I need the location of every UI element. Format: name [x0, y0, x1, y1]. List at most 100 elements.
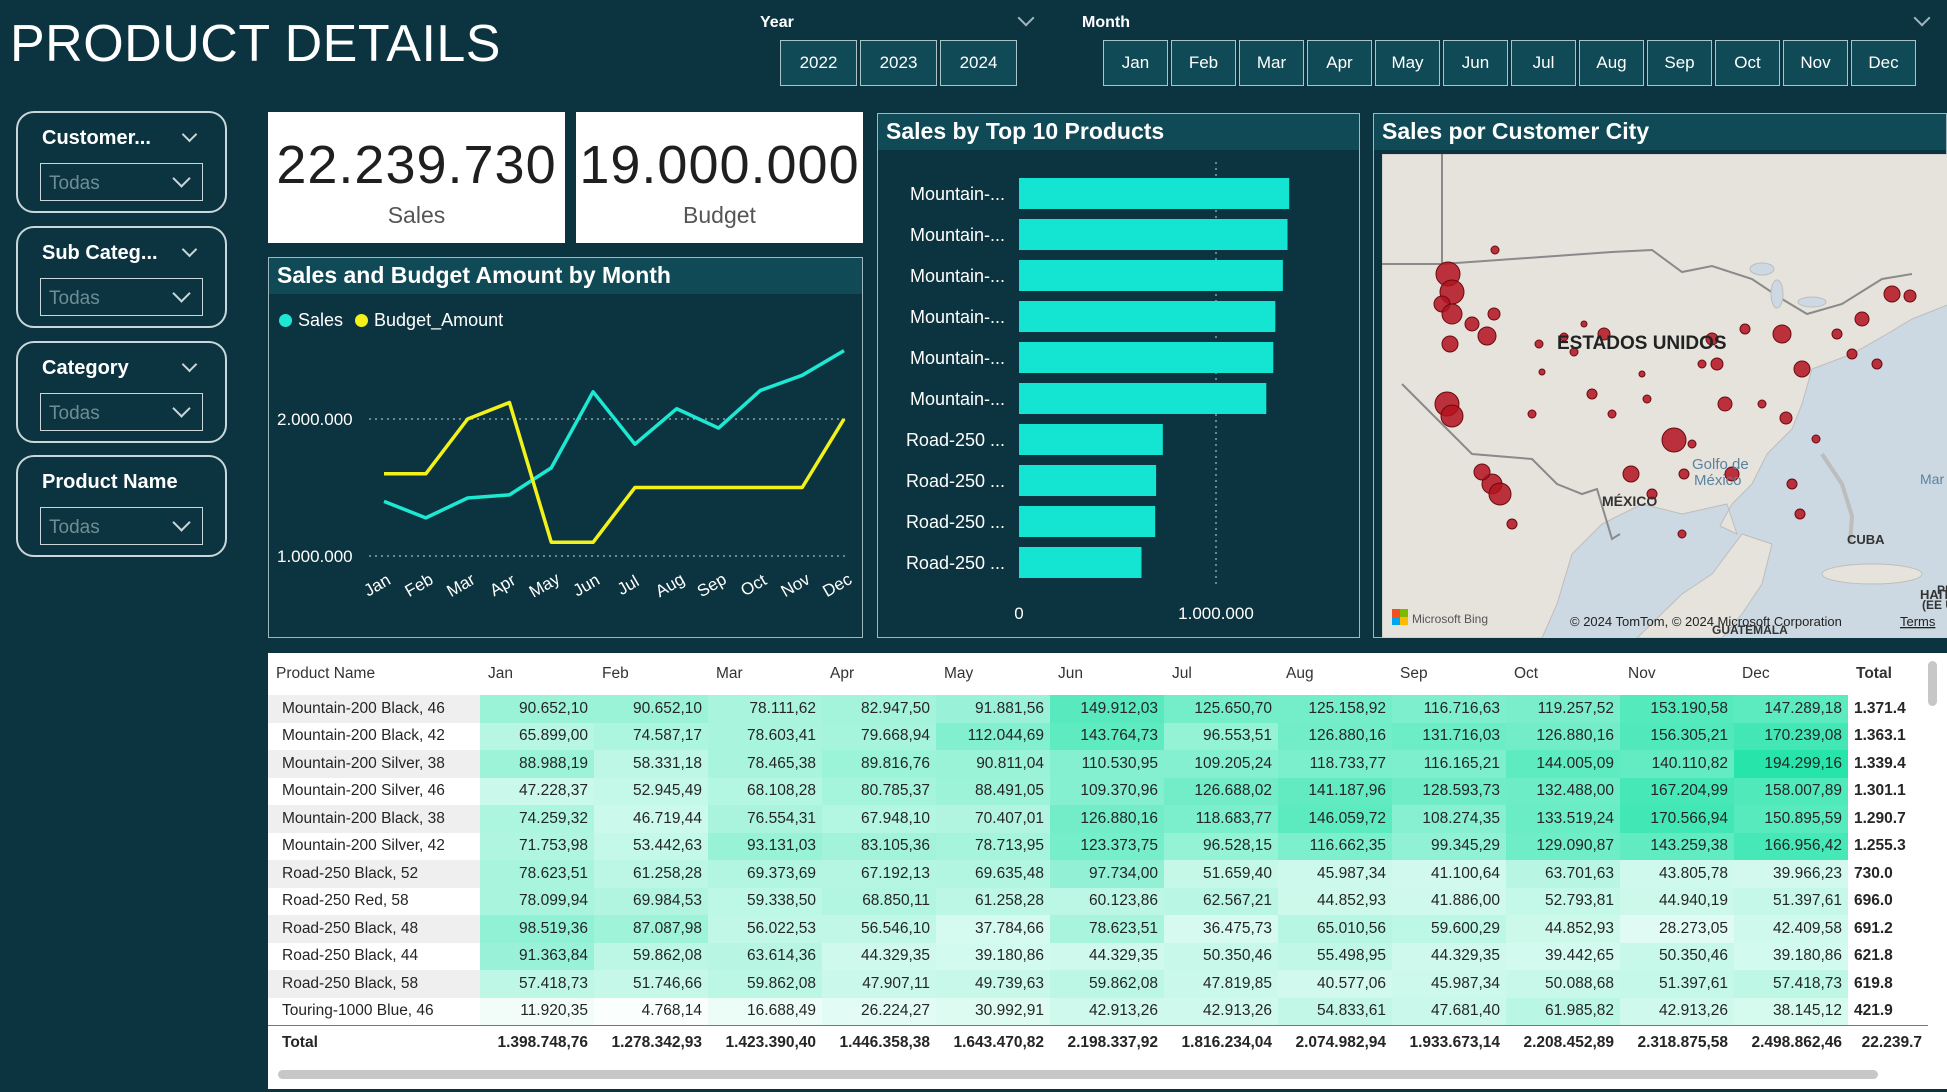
filter-collapse-chevron-icon[interactable] — [181, 241, 198, 258]
product-bar[interactable] — [1019, 178, 1290, 209]
month-slicer-chevron-icon[interactable] — [1913, 9, 1931, 27]
filter-dropdown[interactable]: Todas — [40, 163, 203, 201]
month-tile-mar[interactable]: Mar — [1239, 40, 1304, 86]
city-sales-bubble[interactable] — [1811, 434, 1821, 444]
product-bar[interactable] — [1019, 219, 1288, 250]
city-sales-bubble[interactable] — [1642, 394, 1652, 404]
table-horizontal-scrollbar[interactable] — [278, 1070, 1878, 1079]
column-header-aug[interactable]: Aug — [1278, 653, 1392, 695]
city-sales-bubble[interactable] — [1661, 427, 1687, 453]
city-sales-bubble[interactable] — [1506, 518, 1518, 530]
city-sales-bubble[interactable] — [1793, 360, 1811, 378]
city-sales-bubble[interactable] — [1717, 396, 1733, 412]
column-header-product-name[interactable]: Product Name — [268, 653, 480, 695]
city-sales-bubble[interactable] — [1607, 409, 1617, 419]
month-tile-jan[interactable]: Jan — [1103, 40, 1168, 86]
city-sales-bubble[interactable] — [1846, 348, 1858, 360]
city-sales-bubble[interactable] — [1831, 328, 1843, 340]
city-sales-bubble[interactable] — [1871, 358, 1883, 370]
table-row[interactable]: Road-250 Black, 44 91.363,84 59.862,08 63.6… — [268, 942, 1928, 970]
city-sales-bubble[interactable] — [1622, 465, 1640, 483]
year-tile-2022[interactable]: 2022 — [780, 40, 857, 86]
product-bar[interactable] — [1019, 465, 1157, 496]
column-header-may[interactable]: May — [936, 653, 1050, 695]
month-tile-aug[interactable]: Aug — [1579, 40, 1644, 86]
city-sales-bubble[interactable] — [1739, 323, 1751, 335]
table-row[interactable]: Road-250 Black, 58 57.418,73 51.746,66 59.8… — [268, 970, 1928, 998]
column-header-oct[interactable]: Oct — [1506, 653, 1620, 695]
city-sales-bubble[interactable] — [1490, 245, 1500, 255]
city-sales-bubble[interactable] — [1786, 478, 1798, 490]
month-tile-jun[interactable]: Jun — [1443, 40, 1508, 86]
map-terms-link[interactable]: Terms — [1900, 614, 1936, 629]
column-header-sep[interactable]: Sep — [1392, 653, 1506, 695]
month-tile-jul[interactable]: Jul — [1511, 40, 1576, 86]
city-sales-bubble[interactable] — [1710, 357, 1724, 371]
budget-line[interactable] — [384, 400, 846, 545]
year-slicer-chevron-icon[interactable] — [1017, 9, 1035, 27]
column-header-nov[interactable]: Nov — [1620, 653, 1734, 695]
product-bar[interactable] — [1019, 547, 1142, 578]
filter-dropdown[interactable]: Todas — [40, 278, 203, 316]
city-sales-bubble[interactable] — [1441, 335, 1459, 353]
month-tile-may[interactable]: May — [1375, 40, 1440, 86]
city-sales-bubble[interactable] — [1538, 368, 1546, 376]
table-row[interactable]: Touring-1000 Blue, 46 11.920,35 4.768,14 16… — [268, 997, 1928, 1025]
table-row[interactable]: Road-250 Red, 58 78.099,94 69.984,53 59.338… — [268, 887, 1928, 915]
product-bar[interactable] — [1019, 383, 1267, 414]
sales-line[interactable] — [383, 349, 845, 520]
product-bar[interactable] — [1019, 506, 1156, 537]
city-sales-bubble[interactable] — [1586, 388, 1598, 400]
city-sales-bubble[interactable] — [1903, 289, 1917, 303]
month-tile-sep[interactable]: Sep — [1647, 40, 1712, 86]
table-row[interactable]: Road-250 Black, 48 98.519,36 87.087,98 56.0… — [268, 915, 1928, 943]
table-row[interactable]: Mountain-200 Silver, 38 88.988,19 58.331,1… — [268, 750, 1928, 778]
city-sales-bubble[interactable] — [1883, 285, 1901, 303]
filter-collapse-chevron-icon[interactable] — [181, 126, 198, 143]
column-header-feb[interactable]: Feb — [594, 653, 708, 695]
month-tile-oct[interactable]: Oct — [1715, 40, 1780, 86]
product-bar[interactable] — [1019, 260, 1283, 291]
column-header-jan[interactable]: Jan — [480, 653, 594, 695]
column-header-jul[interactable]: Jul — [1164, 653, 1278, 695]
city-sales-bubble[interactable] — [1794, 508, 1806, 520]
map-canvas[interactable]: ESTADOS UNIDOS Golfo de México MÉXICO CU… — [1382, 154, 1947, 638]
product-bar[interactable] — [1019, 342, 1274, 373]
city-sales-bubble[interactable] — [1697, 359, 1707, 369]
filter-dropdown[interactable]: Todas — [40, 393, 203, 431]
city-sales-bubble[interactable] — [1854, 311, 1870, 327]
column-header-jun[interactable]: Jun — [1050, 653, 1164, 695]
city-sales-bubble[interactable] — [1473, 463, 1491, 481]
year-tile-2023[interactable]: 2023 — [860, 40, 937, 86]
column-header-mar[interactable]: Mar — [708, 653, 822, 695]
table-row[interactable]: Mountain-200 Silver, 42 71.753,98 53.442,6… — [268, 832, 1928, 860]
city-sales-bubble[interactable] — [1687, 439, 1697, 449]
city-sales-bubble[interactable] — [1580, 320, 1588, 328]
table-row[interactable]: Mountain-200 Black, 42 65.899,00 74.587,17… — [268, 722, 1928, 750]
column-header-apr[interactable]: Apr — [822, 653, 936, 695]
filter-dropdown[interactable]: Todas — [40, 507, 203, 545]
city-sales-bubble[interactable] — [1440, 404, 1464, 428]
month-tile-dec[interactable]: Dec — [1851, 40, 1916, 86]
month-tile-apr[interactable]: Apr — [1307, 40, 1372, 86]
table-row[interactable]: Mountain-200 Black, 38 74.259,32 46.719,44… — [268, 805, 1928, 833]
city-sales-bubble[interactable] — [1477, 326, 1497, 346]
product-bar[interactable] — [1019, 301, 1276, 332]
table-row[interactable]: Mountain-200 Silver, 46 47.228,37 52.945,4… — [268, 777, 1928, 805]
city-sales-bubble[interactable] — [1441, 303, 1463, 325]
year-tile-2024[interactable]: 2024 — [940, 40, 1017, 86]
filter-collapse-chevron-icon[interactable] — [181, 356, 198, 373]
month-tile-feb[interactable]: Feb — [1171, 40, 1236, 86]
city-sales-bubble[interactable] — [1488, 482, 1512, 506]
city-sales-bubble[interactable] — [1677, 529, 1687, 539]
month-tile-nov[interactable]: Nov — [1783, 40, 1848, 86]
table-row[interactable]: Mountain-200 Black, 46 90.652,10 90.652,10… — [268, 695, 1928, 723]
city-sales-bubble[interactable] — [1534, 339, 1544, 349]
city-sales-bubble[interactable] — [1464, 316, 1480, 332]
city-sales-bubble[interactable] — [1772, 324, 1792, 344]
city-sales-bubble[interactable] — [1638, 370, 1646, 378]
city-sales-bubble[interactable] — [1527, 409, 1537, 419]
table-vertical-scrollbar[interactable] — [1928, 661, 1937, 706]
city-sales-bubble[interactable] — [1757, 399, 1767, 409]
column-header-dec[interactable]: Dec — [1734, 653, 1848, 695]
